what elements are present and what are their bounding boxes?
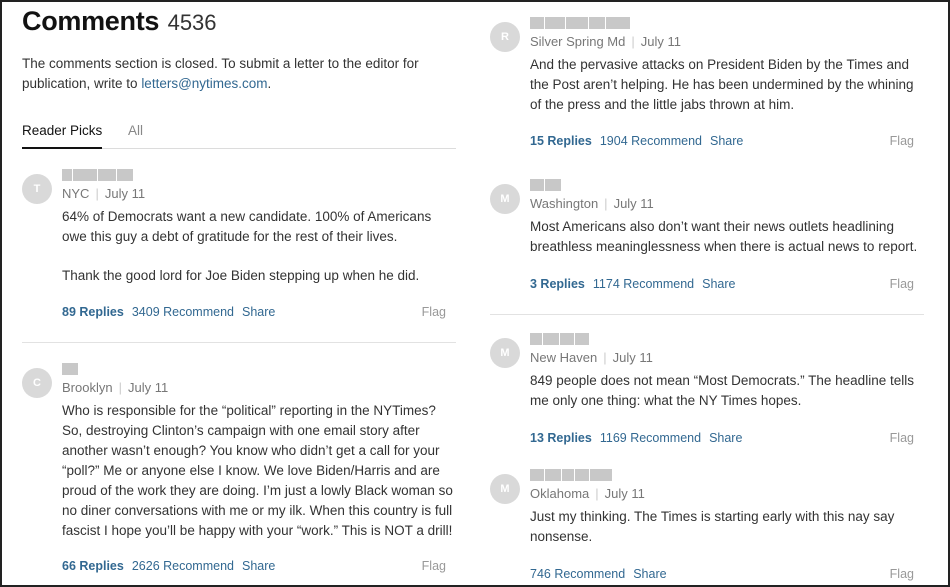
avatar: M: [490, 338, 520, 368]
avatar: T: [22, 174, 52, 204]
comment-paragraph: And the pervasive attacks on President B…: [530, 57, 914, 112]
comments-closed-notice: The comments section is closed. To submi…: [22, 54, 442, 94]
commenter-name-redacted: [530, 469, 612, 481]
comment-divider: [490, 314, 924, 315]
comments-heading: Comments 4536: [22, 6, 217, 37]
flag-button[interactable]: Flag: [890, 277, 914, 291]
comment-meta: Brooklyn | July 11: [62, 380, 169, 395]
comment-meta: Washington | July 11: [530, 196, 654, 211]
share-button[interactable]: Share: [709, 431, 742, 445]
comment-meta: NYC | July 11: [62, 186, 146, 201]
comment-paragraph: Just my thinking. The Times is starting …: [530, 509, 895, 544]
flag-button[interactable]: Flag: [890, 134, 914, 148]
recommend-button[interactable]: 2626 Recommend: [132, 559, 234, 573]
flag-button[interactable]: Flag: [890, 431, 914, 445]
comment-date: July 11: [640, 34, 681, 49]
comment-meta: New Haven | July 11: [530, 350, 653, 365]
tab-reader-picks[interactable]: Reader Picks: [22, 123, 103, 149]
share-button[interactable]: Share: [710, 134, 743, 148]
replies-button[interactable]: 13 Replies: [530, 431, 592, 445]
comment-paragraph: Thank the good lord for Joe Biden steppi…: [62, 268, 420, 283]
comment-body: Most Americans also don’t want their new…: [530, 217, 924, 257]
comment-count: 4536: [167, 10, 217, 35]
comment: M Washington | July 11 Most Americans also…: [490, 179, 924, 296]
commenter-location: Washington: [530, 196, 599, 211]
comment-meta: Silver Spring Md | July 11: [530, 34, 681, 49]
flag-button[interactable]: Flag: [422, 559, 446, 573]
comment-meta: Oklahoma | July 11: [530, 486, 645, 501]
comment-paragraph: 849 people does not mean “Most Democrats…: [530, 373, 914, 408]
recommend-button[interactable]: 746 Recommend: [530, 567, 625, 581]
comment-actions: 746 Recommend Share: [530, 567, 675, 581]
comment: R Silver Spring Md | July 11 And the perva…: [490, 17, 924, 152]
letters-email-link[interactable]: letters@nytimes.com: [141, 76, 267, 91]
flag-button[interactable]: Flag: [422, 305, 446, 319]
comment-body: 849 people does not mean “Most Democrats…: [530, 371, 924, 411]
comment: C Brooklyn | July 11 Who is responsible fo…: [22, 363, 456, 582]
replies-button[interactable]: 3 Replies: [530, 277, 585, 291]
comment-date: July 11: [127, 380, 169, 395]
recommend-button[interactable]: 1904 Recommend: [600, 134, 702, 148]
share-button[interactable]: Share: [633, 567, 666, 581]
notice-period: .: [267, 76, 272, 91]
commenter-name-redacted: [530, 333, 589, 345]
comment-actions: 66 Replies 2626 Recommend Share: [62, 559, 283, 573]
comment-paragraph: 64% of Democrats want a new candidate. 1…: [62, 209, 432, 244]
comment-body: 64% of Democrats want a new candidate. 1…: [62, 207, 456, 286]
avatar: R: [490, 22, 520, 52]
replies-button[interactable]: 89 Replies: [62, 305, 124, 319]
avatar: M: [490, 474, 520, 504]
share-button[interactable]: Share: [702, 277, 735, 291]
comment-date: July 11: [604, 486, 645, 501]
flag-button[interactable]: Flag: [890, 567, 914, 581]
comment: M New Haven | July 11 849 people does not …: [490, 333, 924, 448]
comment-body: Just my thinking. The Times is starting …: [530, 507, 924, 547]
commenter-name-redacted: [530, 179, 561, 191]
commenter-name-redacted: [530, 17, 630, 29]
comment-actions: 3 Replies 1174 Recommend Share: [530, 277, 743, 291]
recommend-button[interactable]: 1174 Recommend: [593, 277, 694, 291]
replies-button[interactable]: 15 Replies: [530, 134, 592, 148]
comment-paragraph: Most Americans also don’t want their new…: [530, 219, 918, 254]
comment-body: Who is responsible for the “political” r…: [62, 401, 456, 541]
comment-date: July 11: [613, 196, 654, 211]
comment: M Oklahoma | July 11 Just my thinking. The…: [490, 469, 924, 584]
avatar: M: [490, 184, 520, 214]
tab-all[interactable]: All: [128, 123, 143, 138]
comment-date: July 11: [104, 186, 146, 201]
avatar: C: [22, 368, 52, 398]
comment-tabs: Reader Picks All: [22, 122, 456, 149]
commenter-location: NYC: [62, 186, 90, 201]
replies-button[interactable]: 66 Replies: [62, 559, 124, 573]
commenter-location: Silver Spring Md: [530, 34, 626, 49]
comment-divider: [22, 342, 456, 343]
commenter-name-redacted: [62, 169, 133, 181]
page-title: Comments: [22, 6, 160, 36]
share-button[interactable]: Share: [242, 305, 275, 319]
comment-actions: 13 Replies 1169 Recommend Share: [530, 431, 750, 445]
commenter-location: Brooklyn: [62, 380, 113, 395]
recommend-button[interactable]: 1169 Recommend: [600, 431, 701, 445]
recommend-button[interactable]: 3409 Recommend: [132, 305, 234, 319]
comment: T NYC | July 11 64% of Democrats want a ne…: [22, 169, 456, 326]
comment-body: And the pervasive attacks on President B…: [530, 55, 924, 115]
share-button[interactable]: Share: [242, 559, 275, 573]
comment-actions: 15 Replies 1904 Recommend Share: [530, 134, 751, 148]
commenter-name-redacted: [62, 363, 78, 375]
comment-actions: 89 Replies 3409 Recommend Share: [62, 305, 283, 319]
comment-date: July 11: [612, 350, 653, 365]
comments-panel: Comments 4536 The comments section is cl…: [0, 0, 950, 587]
commenter-location: New Haven: [530, 350, 598, 365]
commenter-location: Oklahoma: [530, 486, 590, 501]
comment-paragraph: Who is responsible for the “political” r…: [62, 403, 453, 538]
